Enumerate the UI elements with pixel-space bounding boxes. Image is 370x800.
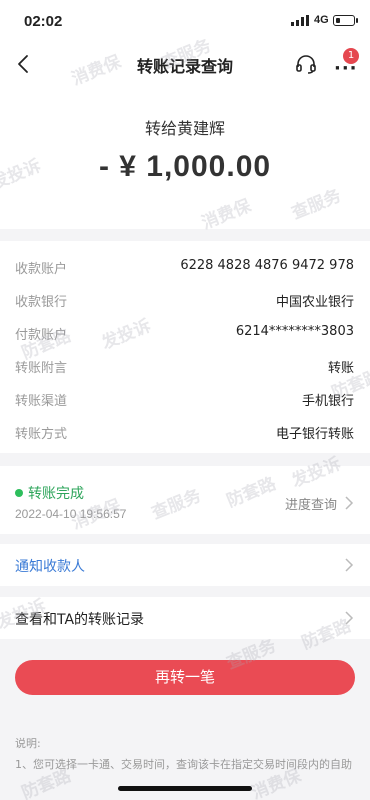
detail-value: 转账 bbox=[327, 361, 354, 376]
status-timestamp: 2022-04-10 19:56:57 bbox=[15, 507, 127, 521]
headset-icon[interactable] bbox=[294, 52, 318, 76]
detail-label: 转账方式 bbox=[15, 427, 68, 442]
detail-value: 中国农业银行 bbox=[275, 295, 354, 310]
detail-row-payer-account: 付款账户 6214********3803 bbox=[0, 315, 370, 348]
transfer-summary: 转给黄建辉 - ¥ 1,000.00 bbox=[0, 84, 370, 229]
notification-badge: 1 bbox=[343, 48, 359, 64]
notify-payee-row[interactable]: 通知收款人 bbox=[0, 544, 370, 586]
detail-value: 6228 4828 4876 9472 978 bbox=[180, 258, 354, 273]
transfer-again-button[interactable]: 再转一笔 bbox=[15, 660, 355, 695]
detail-row-channel: 转账渠道 手机银行 bbox=[0, 381, 370, 414]
detail-row-payee-account: 收款账户 6228 4828 4876 9472 978 bbox=[0, 249, 370, 282]
battery-icon bbox=[333, 15, 358, 26]
network-type: 4G bbox=[314, 14, 329, 26]
detail-value: 手机银行 bbox=[301, 394, 354, 409]
transfer-details: 收款账户 6228 4828 4876 9472 978 收款银行 中国农业银行… bbox=[0, 241, 370, 453]
chevron-right-icon bbox=[345, 611, 354, 625]
detail-value: 6214********3803 bbox=[235, 324, 354, 339]
signal-icon bbox=[291, 15, 309, 26]
detail-value: 电子银行转账 bbox=[275, 427, 354, 442]
detail-label: 付款账户 bbox=[15, 328, 68, 343]
note-line: 1、您可选择一卡通、交易时间，查询该卡在指定交易时间段内的自助 bbox=[15, 758, 352, 771]
status-bar: 02:02 4G bbox=[0, 0, 370, 44]
progress-query-link[interactable]: 进度查询 bbox=[285, 494, 337, 513]
nav-bar: 转账记录查询 ··· 1 bbox=[0, 44, 370, 84]
transfer-history-label: 查看和TA的转账记录 bbox=[15, 612, 145, 628]
detail-row-payee-bank: 收款银行 中国农业银行 bbox=[0, 282, 370, 315]
home-indicator[interactable] bbox=[118, 786, 252, 791]
detail-row-method: 转账方式 电子银行转账 bbox=[0, 414, 370, 447]
detail-label: 转账附言 bbox=[15, 361, 68, 376]
transfer-history-row[interactable]: 查看和TA的转账记录 bbox=[0, 597, 370, 639]
status-text: 转账完成 bbox=[28, 486, 84, 502]
recipient-line: 转给黄建辉 bbox=[144, 119, 225, 138]
chevron-right-icon bbox=[345, 558, 354, 572]
transfer-amount: - ¥ 1,000.00 bbox=[98, 150, 272, 183]
transfer-status-card: 转账完成 2022-04-10 19:56:57 进度查询 bbox=[0, 466, 370, 534]
notify-payee-label: 通知收款人 bbox=[15, 559, 85, 575]
detail-label: 收款账户 bbox=[15, 262, 68, 277]
detail-row-remark: 转账附言 转账 bbox=[0, 348, 370, 381]
detail-label: 收款银行 bbox=[15, 295, 68, 310]
detail-label: 转账渠道 bbox=[15, 394, 68, 409]
chevron-right-icon[interactable] bbox=[344, 495, 354, 511]
more-icon: ··· bbox=[334, 58, 358, 79]
note-title: 说明: bbox=[15, 737, 41, 750]
status-time: 02:02 bbox=[24, 13, 63, 30]
status-dot-icon bbox=[15, 489, 23, 497]
